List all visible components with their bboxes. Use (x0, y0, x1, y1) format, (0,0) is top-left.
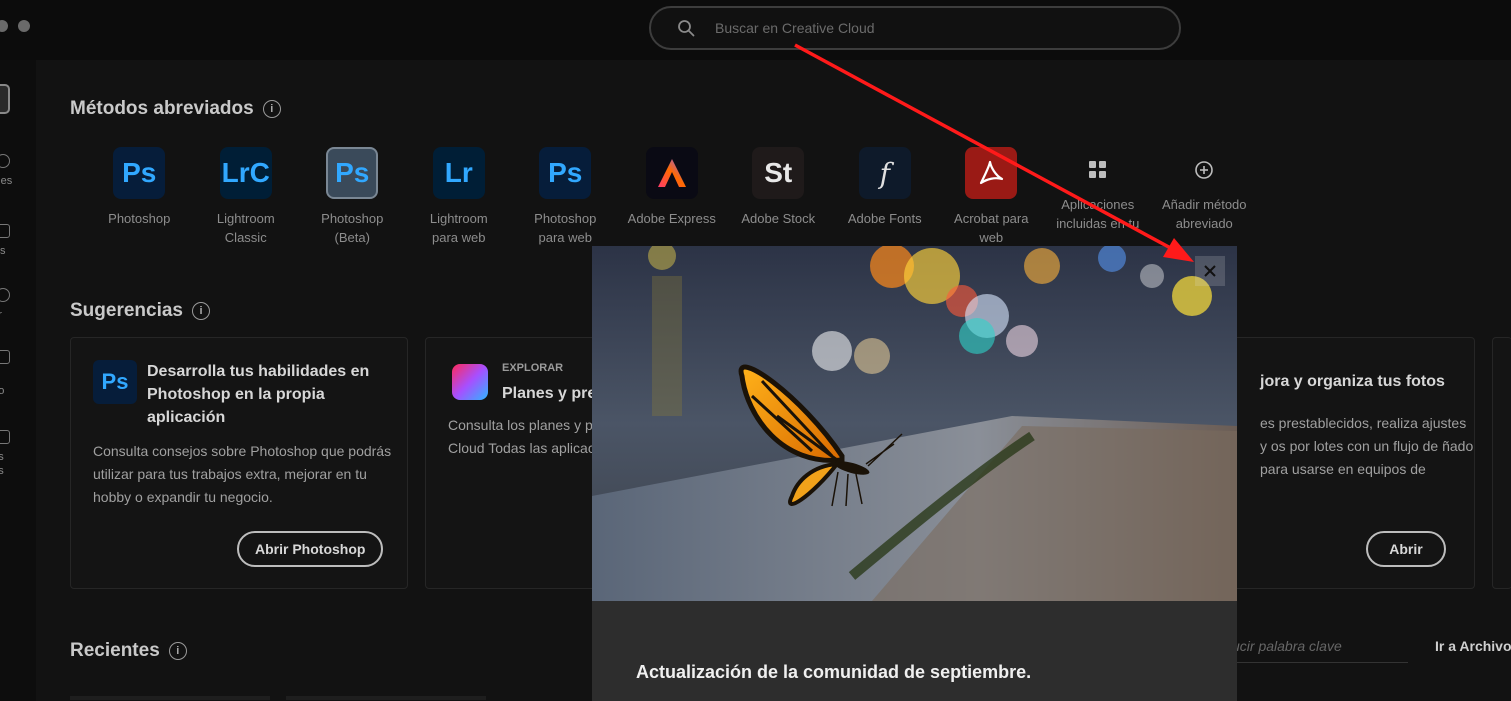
grid-icon (1072, 147, 1124, 193)
shortcut-included-apps[interactable]: Aplicaciones incluidas en tu (1045, 147, 1152, 247)
window-minimize-dot[interactable] (18, 20, 30, 32)
butterfly-hero-image (592, 246, 1237, 601)
compass-icon (0, 288, 10, 302)
shortcuts-row: Ps Photoshop LrC Lightroom Classic Ps Ph… (86, 147, 1258, 247)
home-icon (0, 84, 10, 114)
shortcut-photoshop[interactable]: Ps Photoshop (86, 147, 193, 247)
global-search[interactable] (649, 6, 1181, 50)
shortcut-label: Adobe Stock (741, 211, 816, 226)
lightbulb-icon (0, 430, 10, 444)
shortcut-label: Acrobat para web (954, 211, 1029, 245)
photoshop-web-icon: Ps (539, 147, 592, 199)
recent-file-tile[interactable] (70, 696, 270, 700)
shortcut-label: Lightroom para web (429, 211, 488, 245)
rail-item-label: io (0, 120, 36, 134)
rail-item-label: brir (0, 308, 36, 322)
shortcut-lightroom-classic[interactable]: LrC Lightroom Classic (193, 147, 300, 247)
rail-item-label: iones (0, 175, 13, 187)
adobe-express-icon (645, 147, 698, 199)
rail-item-apps[interactable]: iones (0, 154, 36, 188)
lightroom-classic-icon: LrC (219, 147, 272, 199)
close-icon (1204, 265, 1216, 277)
close-modal-button[interactable] (1195, 256, 1225, 286)
shortcut-label: Adobe Express (627, 211, 716, 226)
shortcut-adobe-fonts[interactable]: f Adobe Fonts (832, 147, 939, 247)
acrobat-icon (965, 147, 1018, 199)
add-shortcut-button[interactable]: Añadir método abreviado (1151, 147, 1258, 247)
suggestion-card-lightroom[interactable]: jora y organiza tus fotos es prestableci… (1230, 337, 1475, 589)
shortcuts-heading: Métodos abreviados i (70, 98, 281, 120)
rail-item-discover[interactable]: brir (0, 288, 36, 322)
shortcut-photoshop-beta[interactable]: Ps Photoshop (Beta) (299, 147, 406, 247)
open-lightroom-button[interactable]: Abrir (1366, 531, 1446, 567)
modal-title: Actualización de la comunidad de septiem… (636, 662, 1032, 682)
shortcut-label: Photoshop (Beta) (321, 211, 384, 245)
info-icon[interactable]: i (192, 302, 210, 320)
suggestion-card-next[interactable] (1492, 337, 1511, 589)
recents-filter-input[interactable]: ucir palabra clave (1232, 638, 1408, 663)
shortcut-adobe-stock[interactable]: St Adobe Stock (725, 147, 832, 247)
card-title: jora y organiza tus fotos (1260, 373, 1445, 390)
left-nav-rail: io iones ivos brir k y ado nes das (0, 60, 36, 701)
rail-item-label: ivos (0, 245, 6, 257)
shortcut-lightroom-web[interactable]: Lr Lightroom para web (406, 147, 513, 247)
rail-item-label: nes das (0, 451, 4, 477)
shortcut-label: Adobe Fonts (847, 211, 922, 226)
suggestion-card-photoshop[interactable]: Ps Desarrolla tus habilidades en Photosh… (70, 337, 408, 589)
rail-item-home[interactable]: io (0, 84, 36, 134)
search-input[interactable] (715, 20, 1135, 36)
recents-title: Recientes (70, 640, 160, 661)
apps-icon (0, 154, 10, 168)
plus-circle-icon (1178, 147, 1230, 193)
rail-item-stock[interactable]: k y ado (0, 350, 36, 398)
rail-item-tutorials[interactable]: nes das (0, 430, 36, 478)
rail-item-label: k y ado (0, 371, 5, 397)
file-icon (0, 224, 10, 238)
photoshop-beta-icon: Ps (326, 147, 379, 199)
stock-icon (0, 350, 10, 364)
shortcut-label: Photoshop para web (534, 211, 597, 245)
recents-filter-placeholder: ucir palabra clave (1232, 638, 1342, 654)
window-close-dot[interactable] (0, 20, 8, 32)
shortcut-adobe-express[interactable]: Adobe Express (619, 147, 726, 247)
shortcut-label: Aplicaciones incluidas en tu (1056, 197, 1140, 231)
info-icon[interactable]: i (168, 642, 187, 660)
shortcut-label: Lightroom Classic (216, 211, 275, 245)
window-controls (0, 20, 30, 32)
open-photoshop-button[interactable]: Abrir Photoshop (237, 531, 384, 567)
recents-heading: Recientes i (70, 640, 187, 662)
adobe-fonts-icon: f (858, 147, 911, 199)
acrobat-logo-icon (980, 160, 1004, 185)
card-body: es prestablecidos, realiza ajustes y os … (1260, 415, 1474, 477)
butterfly-photo-illustration (592, 246, 1237, 601)
card-body: Consulta los planes y p Cloud Todas las … (448, 417, 595, 456)
express-logo-icon (657, 159, 686, 187)
go-to-files-link[interactable]: Ir a Archivo (1435, 638, 1511, 654)
photoshop-icon: Ps (93, 360, 137, 404)
creative-cloud-icon (452, 364, 488, 400)
shortcuts-title: Métodos abreviados (70, 98, 254, 119)
search-icon (678, 20, 695, 37)
shortcut-photoshop-web[interactable]: Ps Photoshop para web (512, 147, 619, 247)
shortcut-acrobat-web[interactable]: Acrobat para web (938, 147, 1045, 247)
card-eyebrow: EXPLORAR (502, 362, 564, 374)
suggestions-heading: Sugerencias i (70, 300, 210, 322)
community-update-modal: Actualización de la comunidad de septiem… (592, 246, 1237, 701)
shortcut-label: Photoshop (108, 211, 171, 226)
rail-item-files[interactable]: ivos (0, 224, 36, 258)
card-title: Desarrolla tus habilidades en Photoshop … (147, 363, 370, 426)
shortcut-label: Añadir método abreviado (1161, 197, 1247, 231)
photoshop-icon: Ps (113, 147, 166, 199)
card-body: Consulta consejos sobre Photoshop que po… (93, 443, 392, 505)
adobe-stock-icon: St (752, 147, 805, 199)
suggestions-title: Sugerencias (70, 300, 183, 321)
recent-file-tile[interactable] (286, 696, 486, 700)
info-icon[interactable]: i (262, 100, 281, 118)
lightroom-icon: Lr (432, 147, 485, 199)
